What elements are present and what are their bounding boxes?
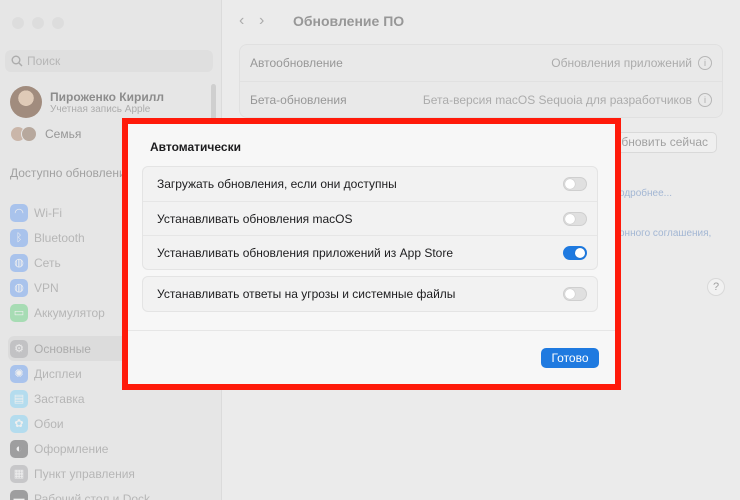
done-button[interactable]: Готово	[541, 348, 599, 368]
option-install-macos: Устанавливать обновления macOS	[143, 201, 597, 235]
option-security-responses: Устанавливать ответы на угрозы и системн…	[143, 277, 597, 311]
option-install-app-store: Устанавливать обновления приложений из A…	[143, 235, 597, 269]
highlight-frame: Автоматически Загружать обновления, если…	[122, 118, 621, 390]
option-download-updates: Загружать обновления, если они доступны	[143, 167, 597, 201]
auto-update-dialog: Автоматически Загружать обновления, если…	[128, 124, 615, 384]
dialog-divider	[128, 330, 615, 331]
option-label: Устанавливать обновления macOS	[157, 211, 353, 226]
install-app-store-toggle[interactable]	[563, 245, 587, 260]
options-group: Загружать обновления, если они доступны …	[142, 166, 598, 270]
dialog-title: Автоматически	[150, 140, 241, 154]
install-macos-toggle[interactable]	[563, 211, 587, 226]
download-updates-toggle[interactable]	[563, 177, 587, 191]
option-label: Устанавливать обновления приложений из A…	[157, 245, 454, 260]
security-responses-toggle[interactable]	[563, 287, 587, 301]
option-label: Устанавливать ответы на угрозы и системн…	[157, 287, 456, 301]
option-label: Загружать обновления, если они доступны	[157, 177, 397, 191]
security-group: Устанавливать ответы на угрозы и системн…	[142, 276, 598, 312]
